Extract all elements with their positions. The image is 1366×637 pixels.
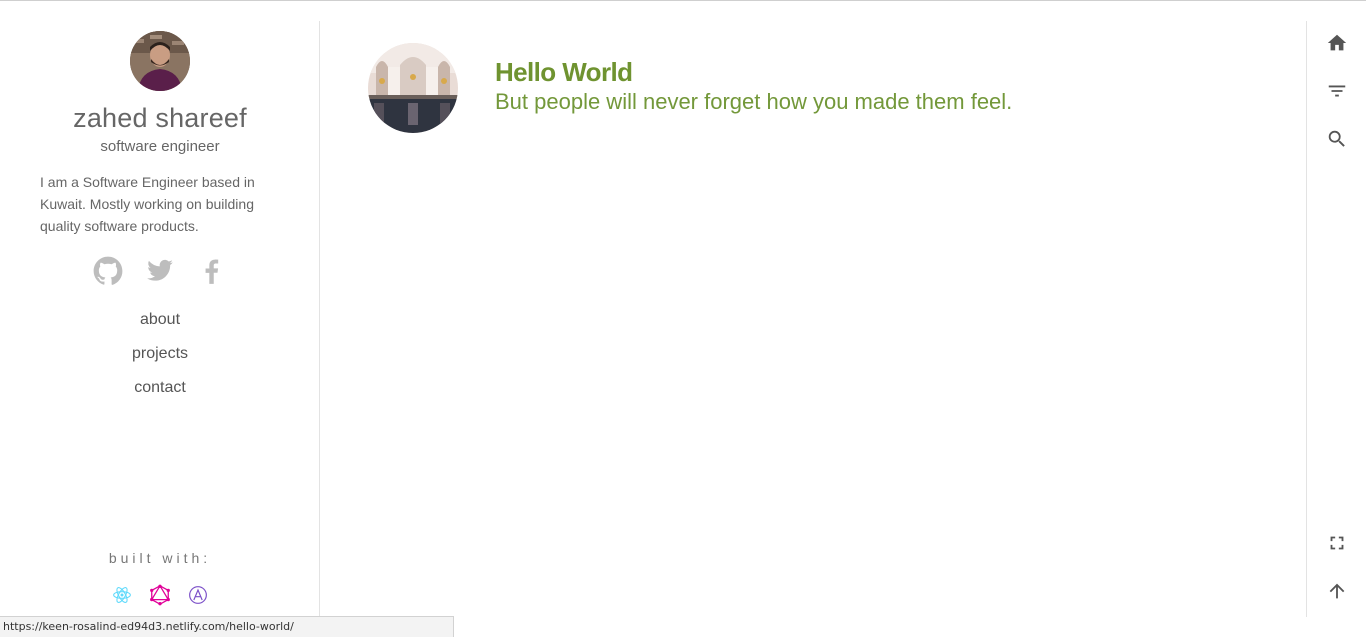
search-icon: [1326, 128, 1348, 155]
nav-item-contact[interactable]: contact: [0, 377, 320, 411]
sidebar-nav: about projects contact: [0, 309, 320, 411]
post-text: Hello World But people will never forget…: [495, 57, 1012, 133]
top-divider: [0, 0, 1366, 1]
profile-name: zahed shareef: [73, 103, 247, 133]
twitter-link[interactable]: [145, 258, 175, 288]
graphql-link[interactable]: [149, 584, 171, 611]
github-icon: [93, 256, 123, 291]
filter-icon: [1326, 80, 1348, 107]
arrow-up-icon: [1326, 580, 1348, 607]
main-content: Hello World But people will never forget…: [321, 21, 1306, 617]
react-icon: [112, 585, 132, 610]
post-title[interactable]: Hello World: [495, 57, 1012, 87]
twitter-icon: [146, 257, 174, 290]
apollo-link[interactable]: [187, 585, 209, 610]
status-bar-url: https://keen-rosalind-ed94d3.netlify.com…: [0, 616, 454, 637]
social-links: [0, 256, 320, 291]
post-excerpt: But people will never forget how you mad…: [495, 89, 1013, 114]
filter-button[interactable]: [1307, 78, 1366, 108]
nav-item-about[interactable]: about: [0, 309, 320, 343]
avatar[interactable]: [130, 31, 190, 91]
built-with-label: built with:: [108, 550, 212, 566]
built-with-icons: [0, 584, 320, 611]
sidebar: zahed shareef software engineer I am a S…: [0, 21, 320, 617]
github-link[interactable]: [93, 256, 123, 291]
fullscreen-icon: [1326, 532, 1348, 559]
react-link[interactable]: [111, 586, 133, 608]
right-toolbar: [1306, 21, 1366, 617]
home-button[interactable]: [1307, 30, 1366, 60]
home-icon: [1326, 32, 1348, 59]
post-thumbnail[interactable]: [368, 43, 458, 133]
search-button[interactable]: [1307, 126, 1366, 156]
profile-bio: I am a Software Engineer based in Kuwait…: [40, 174, 255, 234]
nav-item-projects[interactable]: projects: [0, 343, 320, 377]
scroll-top-button[interactable]: [1307, 578, 1366, 608]
graphql-icon: [149, 584, 171, 611]
facebook-icon: [198, 257, 226, 290]
fullscreen-button[interactable]: [1307, 530, 1366, 560]
post-card[interactable]: Hello World But people will never forget…: [368, 43, 1012, 133]
apollo-icon: [188, 585, 208, 610]
facebook-link[interactable]: [197, 258, 227, 288]
profile-role: software engineer: [100, 138, 220, 155]
